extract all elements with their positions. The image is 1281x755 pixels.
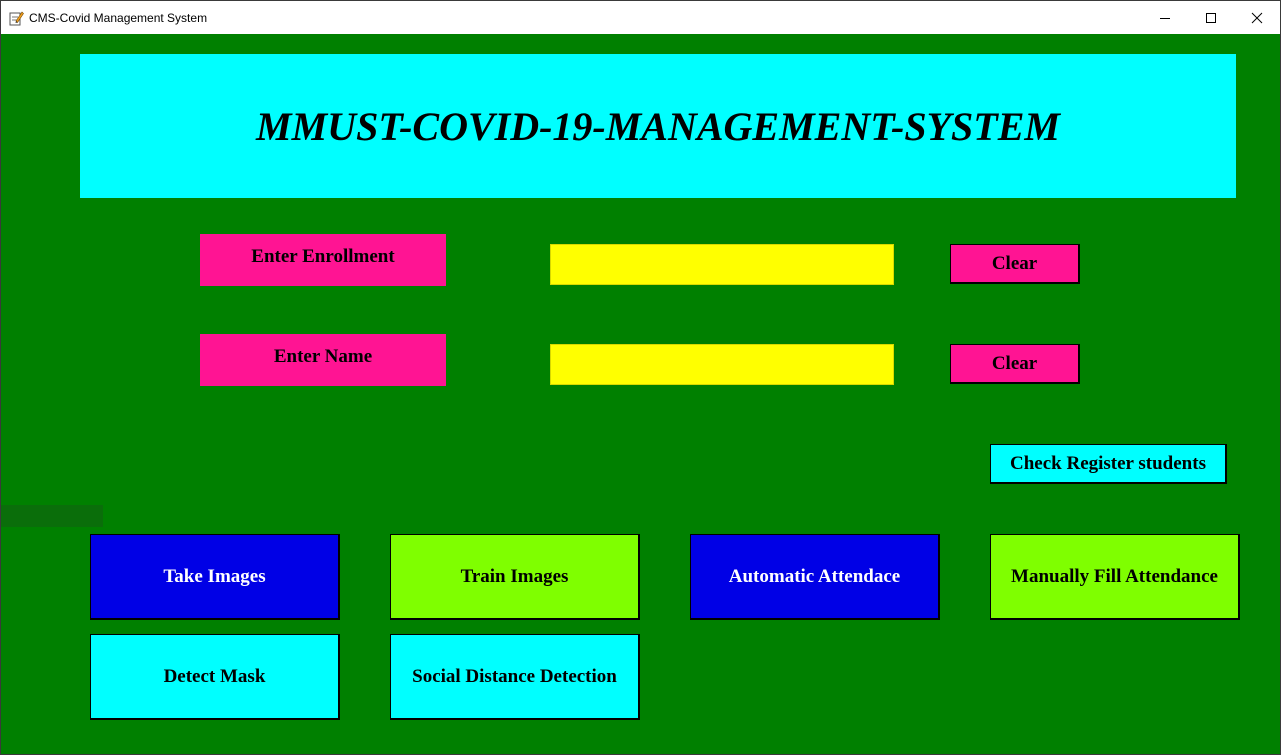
minimize-button[interactable] (1142, 1, 1188, 34)
close-button[interactable] (1234, 1, 1280, 34)
clear-enrollment-button[interactable]: Clear (950, 244, 1080, 284)
enrollment-label: Enter Enrollment (200, 234, 446, 286)
name-input[interactable] (550, 344, 894, 385)
system-title: MMUST-COVID-19-MANAGEMENT-SYSTEM (256, 103, 1060, 149)
title-bar[interactable]: CMS-Covid Management System (1, 1, 1280, 34)
automatic-attendance-button[interactable]: Automatic Attendace (690, 534, 940, 620)
window-controls (1142, 1, 1280, 34)
maximize-button[interactable] (1188, 1, 1234, 34)
enrollment-input[interactable] (550, 244, 894, 285)
notepad-pencil-icon (8, 10, 24, 26)
manual-attendance-button[interactable]: Manually Fill Attendance (990, 534, 1240, 620)
take-images-button[interactable]: Take Images (90, 534, 340, 620)
check-register-students-button[interactable]: Check Register students (990, 444, 1227, 484)
app-window: CMS-Covid Management System MMUST-COVID-… (0, 0, 1281, 755)
background-artifact (1, 505, 103, 527)
name-label: Enter Name (200, 334, 446, 386)
main-content: MMUST-COVID-19-MANAGEMENT-SYSTEM Enter E… (1, 34, 1280, 754)
clear-name-button[interactable]: Clear (950, 344, 1080, 384)
maximize-icon (1206, 12, 1216, 23)
close-icon (1251, 12, 1263, 23)
detect-mask-button[interactable]: Detect Mask (90, 634, 340, 720)
train-images-button[interactable]: Train Images (390, 534, 640, 620)
minimize-icon (1160, 17, 1170, 19)
header-banner: MMUST-COVID-19-MANAGEMENT-SYSTEM (80, 54, 1236, 198)
window-title: CMS-Covid Management System (29, 10, 208, 25)
social-distance-detection-button[interactable]: Social Distance Detection (390, 634, 640, 720)
